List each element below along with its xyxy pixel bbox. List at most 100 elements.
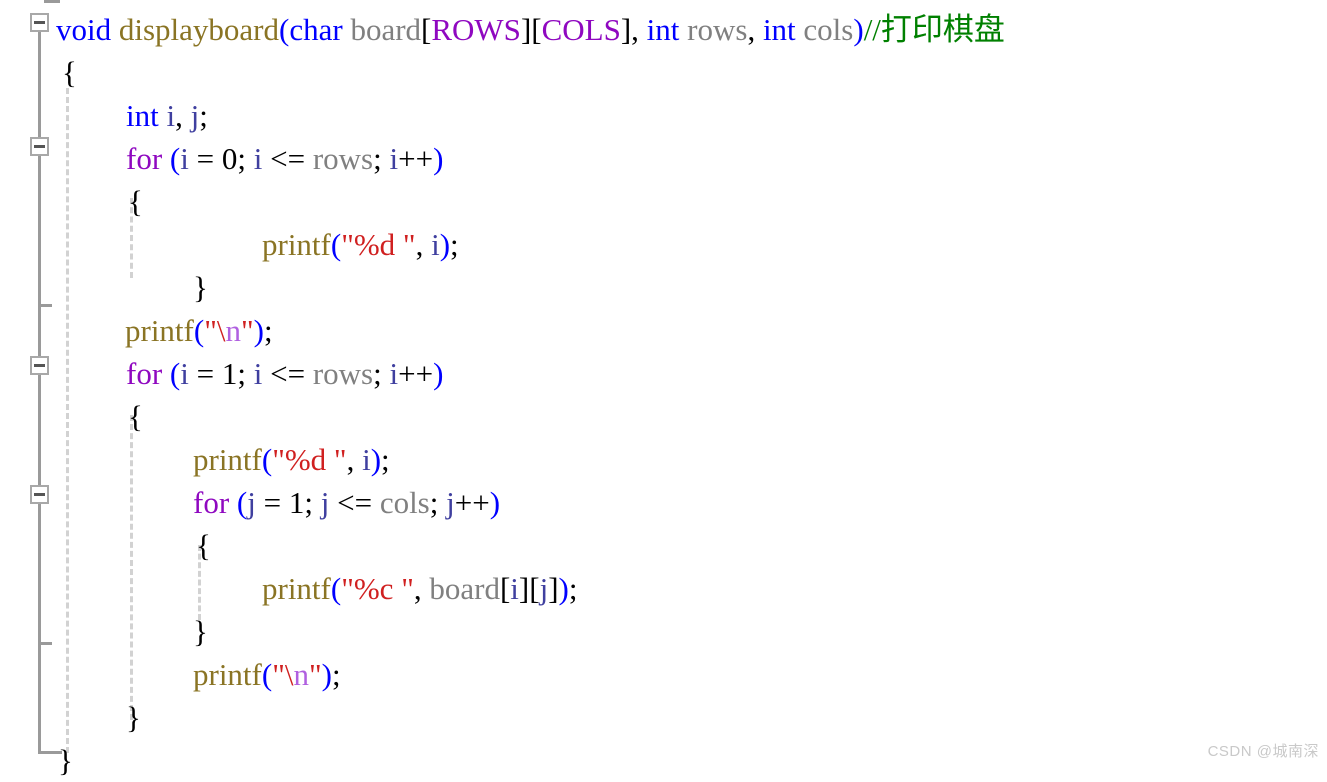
token-ident: board (350, 12, 422, 47)
csdn-watermark: CSDN @城南深 (1207, 743, 1319, 760)
token-var: i (166, 98, 176, 133)
token-str: " (308, 657, 322, 692)
token-kw: int (646, 12, 680, 47)
token-esc: n (293, 657, 309, 692)
token-paren: ) (489, 485, 501, 520)
token-fn: printf (262, 571, 331, 606)
token-macro: COLS (541, 12, 621, 47)
token-fn: printf (193, 442, 262, 477)
token-paren: ( (330, 571, 342, 606)
code-line[interactable]: for (i = 1; i <= rows; i++) (0, 352, 1327, 395)
token-punc (162, 141, 170, 176)
token-punc: ][ (518, 571, 540, 606)
token-punc: ; (331, 657, 341, 692)
token-kw: void (56, 12, 112, 47)
token-paren: ( (193, 313, 205, 348)
token-paren: ) (433, 356, 444, 391)
token-paren: ( (330, 227, 342, 262)
code-line[interactable]: printf("%d ", i); (0, 223, 1327, 266)
code-line[interactable]: { (0, 524, 1327, 567)
code-line[interactable]: } (0, 610, 1327, 653)
token-punc: = (255, 485, 289, 520)
token-fn: printf (193, 657, 262, 692)
token-punc: [ (421, 12, 432, 47)
token-punc: <= (262, 356, 313, 391)
token-brace: { (128, 184, 143, 219)
token-paren: ( (279, 12, 290, 47)
token-paren: ( (169, 141, 181, 176)
token-var: j (446, 485, 455, 520)
token-kw: int (126, 98, 159, 133)
token-str: " (272, 657, 285, 692)
token-paren: ) (370, 442, 382, 477)
token-punc: ; (237, 356, 254, 391)
token-num: 1 (221, 356, 238, 391)
code-line[interactable]: { (0, 395, 1327, 438)
token-ident: board (429, 571, 500, 606)
token-ident: rows (312, 356, 374, 391)
token-punc (679, 12, 687, 47)
token-punc (229, 485, 237, 520)
token-macro: ROWS (431, 12, 521, 47)
token-var: i (389, 356, 399, 391)
code-line[interactable]: int i, j; (0, 94, 1327, 137)
token-fn: printf (262, 227, 331, 262)
token-str: "%d " (272, 442, 347, 477)
token-var: i (180, 356, 189, 391)
token-punc: ; (373, 356, 390, 391)
token-ctl: for (126, 356, 163, 391)
token-var: i (180, 141, 189, 176)
token-punc: ; (568, 571, 578, 606)
code-line[interactable]: } (0, 696, 1327, 739)
token-punc: ; (199, 98, 208, 133)
token-brace: { (62, 55, 77, 90)
token-ident: cols (379, 485, 430, 520)
token-punc: ; (450, 227, 459, 262)
token-fn: printf (125, 313, 194, 348)
token-paren: ( (261, 442, 273, 477)
code-line[interactable]: } (0, 739, 1327, 782)
code-editor: void displayboard(char board[ROWS][COLS]… (0, 0, 1327, 778)
token-var: i (362, 442, 371, 477)
code-line[interactable]: { (0, 180, 1327, 223)
token-paren: ) (253, 313, 264, 348)
code-content[interactable]: void displayboard(char board[ROWS][COLS]… (0, 0, 1327, 778)
token-var: i (431, 227, 440, 262)
token-esc: n (225, 313, 241, 348)
token-brace: } (58, 743, 73, 778)
code-line[interactable]: printf("\n"); (0, 309, 1327, 352)
token-ident: rows (687, 12, 748, 47)
token-punc: = (188, 356, 222, 391)
token-paren: ) (321, 657, 332, 692)
code-line[interactable]: { (0, 51, 1327, 94)
token-brace: } (193, 614, 208, 649)
token-paren: ) (433, 141, 444, 176)
token-fn: displayboard (118, 12, 280, 47)
token-str: "%c " (341, 571, 414, 606)
token-punc: ++ (454, 485, 490, 520)
code-line[interactable]: printf("%c ", board[i][j]); (0, 567, 1327, 610)
token-punc (111, 12, 119, 47)
token-punc: <= (329, 485, 380, 520)
token-punc: ; (429, 485, 447, 520)
code-line[interactable]: printf("\n"); (0, 653, 1327, 696)
token-punc: ++ (398, 141, 434, 176)
token-paren: ) (439, 227, 451, 262)
token-num: 0 (221, 141, 238, 176)
token-punc: [ (499, 571, 511, 606)
token-num: 1 (288, 485, 305, 520)
token-kw: char (289, 12, 343, 47)
token-var: i (389, 141, 399, 176)
token-punc: ; (381, 442, 390, 477)
token-ctl: for (126, 141, 163, 176)
token-paren: ) (558, 571, 569, 606)
code-line[interactable]: printf("%d ", i); (0, 438, 1327, 481)
token-str: " (240, 313, 254, 348)
code-line[interactable]: } (0, 266, 1327, 309)
token-paren: ( (236, 485, 248, 520)
code-line[interactable]: for (i = 0; i <= rows; i++) (0, 137, 1327, 180)
token-punc: , (415, 227, 432, 262)
token-punc: , (747, 12, 763, 47)
code-line[interactable]: void displayboard(char board[ROWS][COLS]… (0, 8, 1327, 51)
code-line[interactable]: for (j = 1; j <= cols; j++) (0, 481, 1327, 524)
